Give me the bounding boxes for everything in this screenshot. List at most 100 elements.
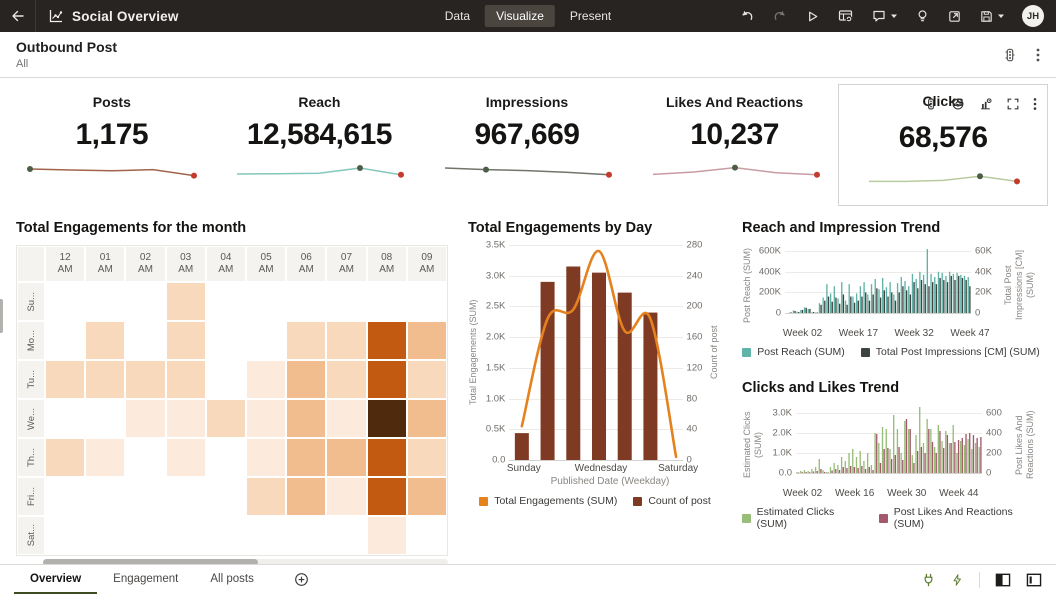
heatmap-column-header[interactable]: 02 AM xyxy=(126,247,164,281)
heatmap-cell[interactable] xyxy=(368,361,406,398)
play-button[interactable] xyxy=(805,9,820,24)
heatmap-cell[interactable] xyxy=(368,478,406,515)
legend-item[interactable]: Post Reach (SUM) xyxy=(742,346,845,358)
heatmap-cell[interactable] xyxy=(86,478,124,515)
heatmap-cell[interactable] xyxy=(247,361,285,398)
heatmap-cell[interactable] xyxy=(327,283,365,320)
legend-item[interactable]: Count of post xyxy=(633,495,710,507)
heatmap-cell[interactable] xyxy=(207,517,245,554)
chart-settings-icon[interactable] xyxy=(978,97,993,111)
heatmap-row-label[interactable]: Sat... xyxy=(18,517,44,554)
heatmap-column-header[interactable]: 06 AM xyxy=(287,247,325,281)
trend-chart-plot[interactable] xyxy=(785,245,971,313)
tab-present[interactable]: Present xyxy=(559,5,622,27)
heatmap-cell[interactable] xyxy=(287,283,325,320)
panel-collapse-handle[interactable] xyxy=(0,299,3,333)
heatmap-cell[interactable] xyxy=(368,439,406,476)
tab-engagement[interactable]: Engagement xyxy=(97,565,194,594)
heatmap-column-header[interactable]: 07 AM xyxy=(327,247,365,281)
kpi-card-likes-and-reactions[interactable]: Likes And Reactions 10,237 xyxy=(631,88,839,191)
user-avatar[interactable]: JH xyxy=(1022,5,1044,27)
heatmap-cell[interactable] xyxy=(408,283,446,320)
heatmap-cell[interactable] xyxy=(126,400,164,437)
tab-all-posts[interactable]: All posts xyxy=(194,565,269,594)
save-button[interactable] xyxy=(979,9,1005,24)
layout-sidebar-icon[interactable] xyxy=(1026,573,1042,587)
heatmap-cell[interactable] xyxy=(207,322,245,359)
heatmap-cell[interactable] xyxy=(167,517,205,554)
heatmap-cell[interactable] xyxy=(287,400,325,437)
heatmap-row-label[interactable]: Th... xyxy=(18,439,44,476)
heatmap-cell[interactable] xyxy=(167,400,205,437)
heatmap-cell[interactable] xyxy=(126,283,164,320)
heatmap-cell[interactable] xyxy=(167,361,205,398)
heatmap-column-header[interactable]: 08 AM xyxy=(368,247,406,281)
back-button[interactable] xyxy=(0,0,36,32)
heatmap-cell[interactable] xyxy=(126,517,164,554)
heatmap-cell[interactable] xyxy=(287,517,325,554)
heatmap-cell[interactable] xyxy=(327,439,365,476)
drill-target-icon[interactable] xyxy=(951,97,965,111)
legend-item[interactable]: Total Engagements (SUM) xyxy=(479,495,617,507)
heatmap-cell[interactable] xyxy=(247,283,285,320)
trend-chart-plot[interactable] xyxy=(796,405,982,473)
heatmap-cell[interactable] xyxy=(247,322,285,359)
heatmap-cell[interactable] xyxy=(86,517,124,554)
heatmap-cell[interactable] xyxy=(167,478,205,515)
heatmap-cell[interactable] xyxy=(86,400,124,437)
export-button[interactable] xyxy=(947,9,962,24)
heatmap-row-label[interactable]: Mo... xyxy=(18,322,44,359)
heatmap-cell[interactable] xyxy=(327,322,365,359)
heatmap-cell[interactable] xyxy=(368,400,406,437)
heatmap-cell[interactable] xyxy=(86,361,124,398)
fullscreen-icon[interactable] xyxy=(1006,97,1020,111)
heatmap-cell[interactable] xyxy=(46,322,84,359)
heatmap-cell[interactable] xyxy=(46,361,84,398)
tab-visualize[interactable]: Visualize xyxy=(485,5,555,27)
heatmap-cell[interactable] xyxy=(368,517,406,554)
heatmap-row-label[interactable]: Su... xyxy=(18,283,44,320)
heatmap-cell[interactable] xyxy=(247,517,285,554)
heatmap-column-header[interactable]: 04 AM xyxy=(207,247,245,281)
heatmap-cell[interactable] xyxy=(287,478,325,515)
heatmap-cell[interactable] xyxy=(126,439,164,476)
heatmap-cell[interactable] xyxy=(408,517,446,554)
heatmap-cell[interactable] xyxy=(327,361,365,398)
heatmap-cell[interactable] xyxy=(207,361,245,398)
heatmap-cell[interactable] xyxy=(126,361,164,398)
heatmap-cell[interactable] xyxy=(167,283,205,320)
tab-overview[interactable]: Overview xyxy=(14,565,97,594)
layout-split-icon[interactable] xyxy=(995,573,1011,587)
kpi-card-reach[interactable]: Reach 12,584,615 xyxy=(216,88,424,191)
heatmap-cell[interactable] xyxy=(207,439,245,476)
heatmap-cell[interactable] xyxy=(408,361,446,398)
heatmap-cell[interactable] xyxy=(126,478,164,515)
heatmap-cell[interactable] xyxy=(46,283,84,320)
panel-total-engagements-month[interactable]: Total Engagements for the month 12 AM01 … xyxy=(16,220,448,566)
heatmap-cell[interactable] xyxy=(46,400,84,437)
kebab-menu-icon[interactable] xyxy=(1036,47,1040,63)
add-tab-button[interactable] xyxy=(294,572,309,587)
combo-chart-plot[interactable] xyxy=(509,245,682,460)
heatmap-cell[interactable] xyxy=(46,439,84,476)
heatmap-cell[interactable] xyxy=(86,322,124,359)
legend-item[interactable]: Post Likes And Reactions (SUM) xyxy=(879,506,1040,530)
heatmap-cell[interactable] xyxy=(327,517,365,554)
heatmap-cell[interactable] xyxy=(207,478,245,515)
zap-icon[interactable] xyxy=(951,572,964,588)
heatmap-cell[interactable] xyxy=(46,517,84,554)
heatmap-column-header[interactable]: 05 AM xyxy=(247,247,285,281)
undo-button[interactable] xyxy=(739,8,755,24)
heatmap-cell[interactable] xyxy=(287,322,325,359)
heatmap-cell[interactable] xyxy=(207,400,245,437)
heatmap-cell[interactable] xyxy=(167,322,205,359)
heatmap-cell[interactable] xyxy=(86,283,124,320)
heatmap-cell[interactable] xyxy=(327,400,365,437)
kpi-card-impressions[interactable]: Impressions 967,669 xyxy=(423,88,631,191)
heatmap-cell[interactable] xyxy=(207,283,245,320)
legend-item[interactable]: Total Post Impressions [CM] (SUM) xyxy=(861,346,1040,358)
insights-button[interactable] xyxy=(915,8,930,24)
heatmap-row-label[interactable]: We... xyxy=(18,400,44,437)
heatmap-cell[interactable] xyxy=(46,478,84,515)
heatmap-cell[interactable] xyxy=(167,439,205,476)
